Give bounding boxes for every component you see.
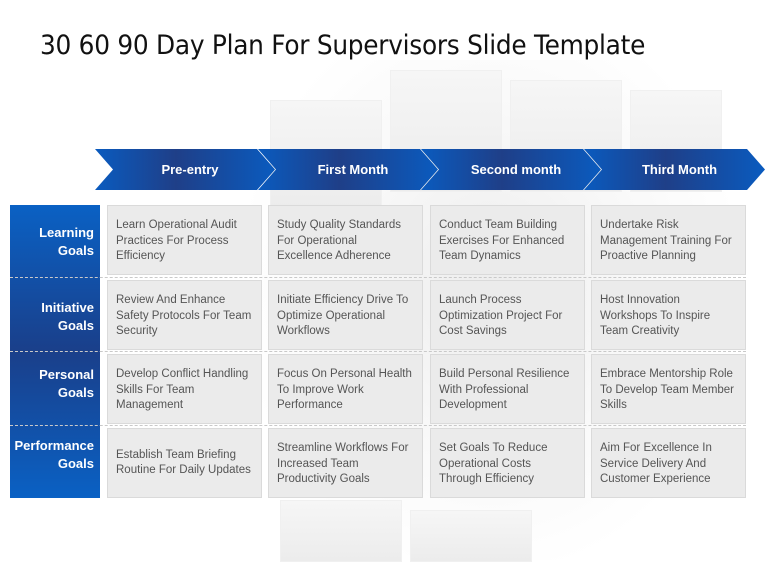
plan-cell: Develop Conflict Handling Skills For Tea…	[107, 354, 262, 424]
plan-cell: Build Personal Resilience With Professio…	[430, 354, 585, 424]
phase-label: Pre-entry	[161, 162, 219, 177]
plan-cell: Aim For Excellence In Service Delivery A…	[591, 428, 746, 498]
plan-cell: Initiate Efficiency Drive To Optimize Op…	[268, 280, 423, 350]
row-label-line: Personal	[39, 367, 94, 382]
background-cube	[280, 500, 402, 562]
plan-cell: Undertake Risk Management Training For P…	[591, 205, 746, 275]
row-divider	[10, 277, 746, 278]
plan-cell: Set Goals To Reduce Operational Costs Th…	[430, 428, 585, 498]
plan-cell: Conduct Team Building Exercises For Enha…	[430, 205, 585, 275]
slide-title: 30 60 90 Day Plan For Supervisors Slide …	[40, 30, 646, 61]
background-cube	[410, 510, 532, 562]
row-label-initiative-goals: Initiative Goals	[10, 280, 94, 353]
plan-cell: Establish Team Briefing Routine For Dail…	[107, 428, 262, 498]
row-label-line: Goals	[57, 385, 94, 400]
row-label-line: Goals	[57, 242, 94, 258]
row-label-line: Performance	[14, 438, 94, 453]
phase-label: First Month	[317, 162, 389, 177]
phase-arrow-third-month: Third Month	[584, 149, 765, 190]
row-label-learning-goals: Learning Goals	[10, 205, 94, 278]
phase-arrow-first-month: First Month	[258, 149, 438, 190]
plan-cell: Review And Enhance Safety Protocols For …	[107, 280, 262, 350]
plan-cell: Learn Operational Audit Practices For Pr…	[107, 205, 262, 275]
row-divider	[10, 351, 746, 352]
row-divider	[10, 425, 746, 426]
plan-cell: Launch Process Optimization Project For …	[430, 280, 585, 350]
plan-cell: Study Quality Standards For Operational …	[268, 205, 423, 275]
row-label-personal-goals: Personal Goals	[10, 354, 94, 414]
phase-label: Third Month	[641, 162, 718, 177]
row-label-line: Learning	[39, 224, 94, 240]
phase-arrows: Pre-entry First Month Second month Third…	[95, 149, 767, 190]
plan-cell: Focus On Personal Health To Improve Work…	[268, 354, 423, 424]
row-label-performance-goals: Performance Goals	[10, 428, 94, 482]
phase-label: Second month	[470, 162, 562, 177]
row-label-line: Goals	[57, 317, 94, 333]
plan-cell: Streamline Workflows For Increased Team …	[268, 428, 423, 498]
plan-cell: Embrace Mentorship Role To Develop Team …	[591, 354, 746, 424]
phase-arrow-pre-entry: Pre-entry	[95, 149, 275, 190]
row-label-line: Initiative	[41, 299, 94, 315]
row-label-line: Goals	[57, 456, 94, 471]
phase-arrow-second-month: Second month	[421, 149, 601, 190]
plan-cell: Host Innovation Workshops To Inspire Tea…	[591, 280, 746, 350]
